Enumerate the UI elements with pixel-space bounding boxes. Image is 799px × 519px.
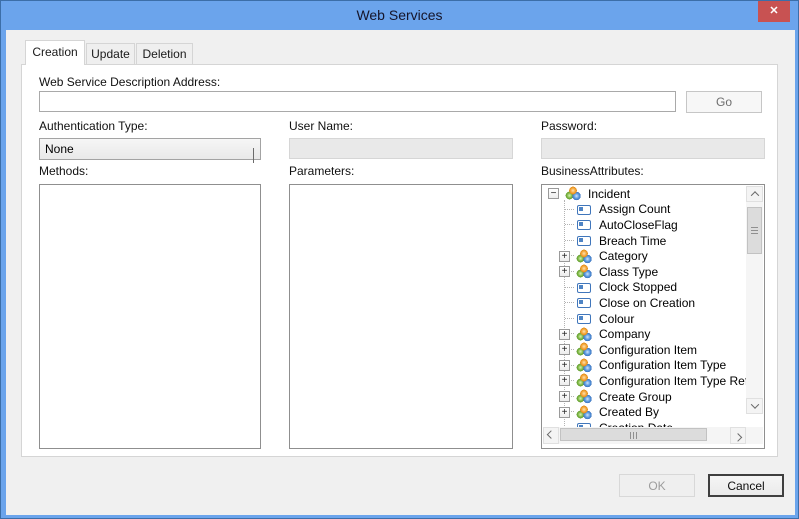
cancel-button[interactable]: Cancel [708, 474, 784, 497]
tree-item-label: Create Group [599, 390, 672, 404]
tree-expander-icon[interactable]: + [559, 375, 570, 386]
field-node-icon [576, 420, 593, 427]
tree-item-label: Configuration Item Type [599, 358, 726, 372]
chevron-down-icon [253, 146, 254, 166]
tree-item[interactable]: AutoCloseFlag [543, 217, 746, 233]
title-bar[interactable]: Web Services ✕ [1, 1, 798, 30]
tree-item[interactable]: Close on Creation [543, 295, 746, 311]
tree-expander-icon[interactable]: + [559, 391, 570, 402]
wsdl-address-input[interactable] [39, 91, 676, 112]
tree-item-label: Category [599, 249, 648, 263]
tab-deletion[interactable]: Deletion [136, 43, 193, 64]
class-node-icon [565, 186, 582, 201]
tree-horizontal-scrollbar[interactable] [543, 427, 746, 444]
class-node-icon [576, 358, 593, 373]
field-node-icon [576, 202, 593, 217]
field-node-icon [576, 217, 593, 232]
vertical-scroll-thumb[interactable] [747, 207, 762, 254]
tab-page-creation: Web Service Description Address: Go Auth… [21, 64, 778, 457]
tree-item[interactable]: Creation Date [543, 420, 746, 427]
password-field[interactable] [541, 138, 765, 159]
tree-item-label: Close on Creation [599, 296, 695, 310]
web-services-dialog: Web Services ✕ Creation Update Deletion … [0, 0, 799, 519]
tree-item[interactable]: + Company [543, 326, 746, 342]
field-node-icon [576, 311, 593, 326]
tree-expander-icon[interactable]: + [559, 266, 570, 277]
tree-item[interactable]: Assign Count [543, 202, 746, 218]
tree-item-label: Incident [588, 187, 630, 201]
tree-item-label: Configuration Item Type Refe [599, 374, 746, 388]
tree-rows: − Incident Assign Count AutoCloseFlag Br… [543, 186, 746, 427]
tab-update[interactable]: Update [86, 43, 135, 64]
tree-item-label: Company [599, 327, 650, 341]
close-button[interactable]: ✕ [758, 1, 790, 22]
class-node-icon [576, 373, 593, 388]
methods-label: Methods: [39, 164, 88, 178]
tree-item[interactable]: + Created By [543, 404, 746, 420]
class-node-icon [576, 249, 593, 264]
chevron-right-icon [734, 433, 742, 441]
auth-type-label: Authentication Type: [39, 119, 148, 133]
tree-item[interactable]: Colour [543, 311, 746, 327]
scroll-right-button[interactable] [730, 427, 746, 444]
close-icon: ✕ [769, 5, 778, 17]
tree-item-label: Colour [599, 312, 634, 326]
authentication-type-select[interactable]: None [39, 138, 261, 160]
tree-item[interactable]: + Configuration Item Type Refe [543, 373, 746, 389]
class-node-icon [576, 405, 593, 420]
tree-expander-icon[interactable]: + [559, 360, 570, 371]
scroll-left-button[interactable] [543, 427, 559, 444]
auth-type-selected-value: None [45, 142, 74, 156]
class-node-icon [576, 327, 593, 342]
tree-item[interactable]: + Configuration Item [543, 342, 746, 358]
tab-creation[interactable]: Creation [25, 40, 85, 65]
class-node-icon [576, 389, 593, 404]
tree-item[interactable]: Clock Stopped [543, 280, 746, 296]
tree-vertical-scrollbar[interactable] [746, 186, 763, 414]
tree-expander-icon[interactable]: + [559, 329, 570, 340]
tree-item[interactable]: + Category [543, 248, 746, 264]
tree-item-label: Created By [599, 405, 659, 419]
class-node-icon [576, 342, 593, 357]
user-name-label: User Name: [289, 119, 353, 133]
tree-expander-icon[interactable]: − [548, 188, 559, 199]
field-node-icon [576, 280, 593, 295]
tree-item[interactable]: Breach Time [543, 233, 746, 249]
class-node-icon [576, 264, 593, 279]
tree-item[interactable]: − Incident [543, 186, 746, 202]
tree-item-label: Assign Count [599, 202, 670, 216]
field-node-icon [576, 233, 593, 248]
tree-expander-icon[interactable]: + [559, 344, 570, 355]
address-label: Web Service Description Address: [39, 75, 220, 89]
dialog-body: Creation Update Deletion Web Service Des… [6, 30, 795, 515]
tree-item-label: Breach Time [599, 234, 666, 248]
scroll-up-button[interactable] [746, 186, 763, 202]
tree-item-label: Clock Stopped [599, 280, 677, 294]
business-attributes-label: BusinessAttributes: [541, 164, 644, 178]
tree-item-label: AutoCloseFlag [599, 218, 678, 232]
window-title: Web Services [1, 7, 798, 23]
go-button[interactable]: Go [686, 91, 762, 113]
scroll-down-button[interactable] [746, 398, 763, 414]
tree-item[interactable]: + Class Type [543, 264, 746, 280]
chevron-left-icon [547, 430, 555, 438]
tree-item-label: Class Type [599, 265, 658, 279]
tree-item[interactable]: + Create Group [543, 389, 746, 405]
parameters-label: Parameters: [289, 164, 354, 178]
chevron-up-icon [750, 191, 758, 199]
business-attributes-tree[interactable]: − Incident Assign Count AutoCloseFlag Br… [541, 184, 765, 449]
tree-item-label: Configuration Item [599, 343, 697, 357]
scrollbar-corner [746, 427, 763, 444]
horizontal-scroll-thumb[interactable] [560, 428, 707, 441]
ok-button[interactable]: OK [619, 474, 695, 497]
user-name-field[interactable] [289, 138, 513, 159]
parameters-listbox[interactable] [289, 184, 513, 449]
tree-item[interactable]: + Configuration Item Type [543, 358, 746, 374]
tree-expander-icon[interactable]: + [559, 407, 570, 418]
tree-expander-icon[interactable]: + [559, 251, 570, 262]
field-node-icon [576, 295, 593, 310]
methods-listbox[interactable] [39, 184, 261, 449]
chevron-down-icon [750, 400, 758, 408]
password-label: Password: [541, 119, 597, 133]
